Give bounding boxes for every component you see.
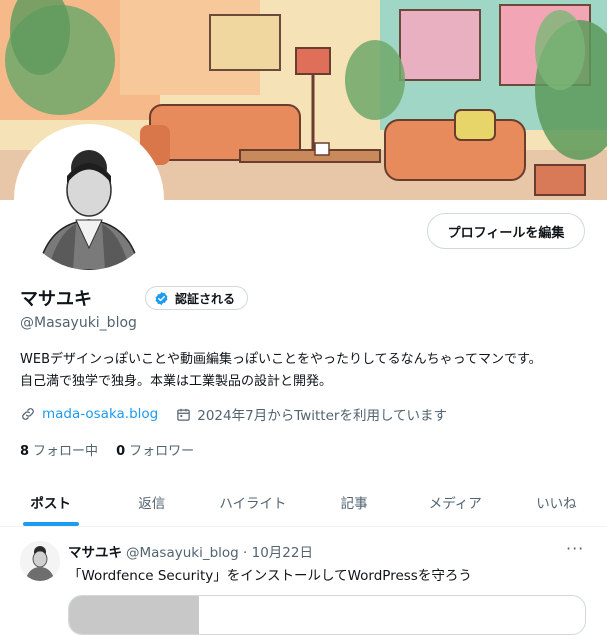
tab-likes[interactable]: いいね: [506, 478, 607, 526]
post-header: マサユキ @Masayuki_blog · 10月22日: [68, 541, 313, 561]
profile-meta: mada-osaka.blog 2024年7月からTwitterを利用しています: [20, 403, 447, 425]
tab-media[interactable]: メディア: [405, 478, 506, 526]
profile-name: マサユキ: [20, 289, 92, 310]
post-text: 「Wordfence Security」をインストールしてWordPressを守…: [68, 568, 472, 584]
bio-line: 自己満で独学で独身。本業は工業製品の設計と開発。: [20, 374, 333, 389]
tab-highlights[interactable]: ハイライト: [202, 478, 303, 526]
profile-handle: @Masayuki_blog: [20, 315, 137, 331]
profile-bio: WEBデザインっぽいことや動画編集っぽいことをやったりしてるなんちゃってマンです…: [20, 349, 590, 393]
profile-tabs: ポスト 返信 ハイライト 記事 メディア いいね: [0, 478, 607, 527]
edit-profile-button[interactable]: プロフィールを編集: [427, 213, 585, 249]
followers-count: 0: [116, 444, 126, 459]
post-item[interactable]: マサユキ @Masayuki_blog · 10月22日 ··· 「Wordfe…: [0, 527, 607, 635]
post-avatar[interactable]: [20, 541, 60, 581]
post-meta: @Masayuki_blog · 10月22日: [126, 545, 313, 561]
post-link-card[interactable]: [68, 595, 586, 635]
followers-label: フォロワー: [129, 444, 195, 459]
follow-stats: 8 フォロー中 0 フォロワー: [20, 440, 194, 459]
post-author-name[interactable]: マサユキ: [68, 541, 122, 561]
link-card-thumbnail: [69, 596, 199, 634]
verified-badge-icon: [154, 291, 169, 306]
following-label: フォロー中: [33, 444, 99, 459]
tab-articles[interactable]: 記事: [304, 478, 405, 526]
joined-date: 2024年7月からTwitterを利用しています: [197, 408, 448, 424]
calendar-icon: [176, 407, 191, 422]
get-verified-button[interactable]: 認証される: [145, 286, 249, 310]
more-dots-icon[interactable]: ···: [566, 539, 584, 558]
following-count: 8: [20, 444, 30, 459]
tab-replies[interactable]: 返信: [101, 478, 202, 526]
avatar-portrait: [18, 128, 160, 270]
link-icon: [20, 406, 36, 422]
bio-line: WEBデザインっぽいことや動画編集っぽいことをやったりしてるなんちゃってマンです…: [20, 352, 542, 367]
profile-website-link[interactable]: mada-osaka.blog: [42, 406, 158, 422]
verified-label: 認証される: [175, 291, 236, 306]
post-avatar-portrait: [20, 541, 60, 581]
followers-link[interactable]: 0 フォロワー: [116, 440, 194, 459]
following-link[interactable]: 8 フォロー中: [20, 440, 98, 459]
tab-posts[interactable]: ポスト: [0, 478, 101, 526]
profile-avatar[interactable]: [18, 128, 160, 270]
